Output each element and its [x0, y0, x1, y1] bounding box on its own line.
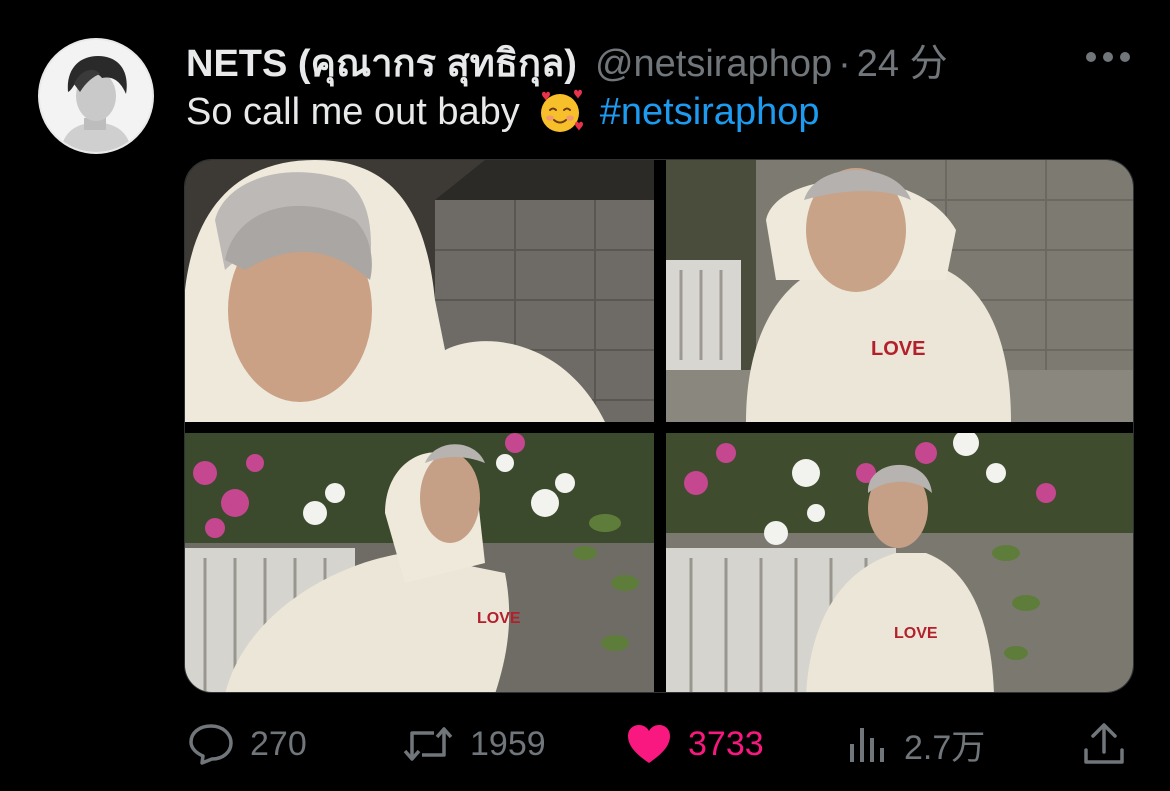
photo-4-shirt-text: LOVE [894, 625, 938, 642]
action-bar: 270 1959 3733 2.7万 [184, 716, 1134, 772]
tweet-text-body: So call me out baby [186, 91, 520, 133]
like-count: 3733 [688, 724, 764, 763]
photo-4[interactable]: LOVE [666, 433, 1133, 692]
media-grid: LOVE LOVE LOVE [184, 159, 1134, 693]
avatar-photo [40, 40, 152, 152]
more-icon [1086, 52, 1130, 62]
photo-3-image: LOVE [185, 433, 654, 692]
photo-2-shirt-text: LOVE [871, 338, 925, 360]
share-button[interactable] [1082, 716, 1126, 772]
tweet-text: So call me out baby #netsiraphop [186, 86, 819, 138]
share-icon [1084, 723, 1124, 764]
timestamp[interactable]: 24 分 [857, 32, 948, 87]
photo-4-image: LOVE [666, 433, 1133, 692]
reply-button[interactable]: 270 [188, 716, 307, 772]
avatar[interactable] [38, 38, 154, 154]
tweet: NETS (คุณากร สุทธิกุล) @netsiraphop · 24… [0, 0, 1170, 791]
photo-1[interactable] [185, 160, 654, 422]
photo-3-shirt-text: LOVE [477, 610, 521, 627]
smiling-face-with-hearts-icon [536, 88, 584, 136]
display-name[interactable]: NETS (คุณากร สุทธิกุล) [186, 32, 577, 93]
retweet-icon [403, 727, 453, 761]
separator-dot: · [838, 43, 851, 85]
hashtag-link[interactable]: #netsiraphop [600, 86, 820, 138]
reply-count: 270 [250, 724, 307, 763]
tweet-header: NETS (คุณากร สุทธิกุล) @netsiraphop · 24… [186, 32, 948, 85]
like-button[interactable]: 3733 [626, 716, 764, 772]
photo-3[interactable]: LOVE [185, 433, 654, 692]
more-options-button[interactable] [1085, 50, 1131, 62]
retweet-button[interactable]: 1959 [402, 716, 546, 772]
photo-2[interactable]: LOVE [666, 160, 1133, 422]
views-count: 2.7万 [904, 728, 986, 767]
views-button[interactable]: 2.7万 [848, 716, 985, 772]
heart-icon [628, 725, 670, 763]
reply-icon [189, 724, 233, 765]
photo-2-image: LOVE [666, 160, 1133, 422]
photo-1-image [185, 160, 654, 422]
analytics-icon [850, 728, 884, 762]
retweet-count: 1959 [470, 724, 546, 763]
user-handle[interactable]: @netsiraphop [595, 43, 832, 86]
